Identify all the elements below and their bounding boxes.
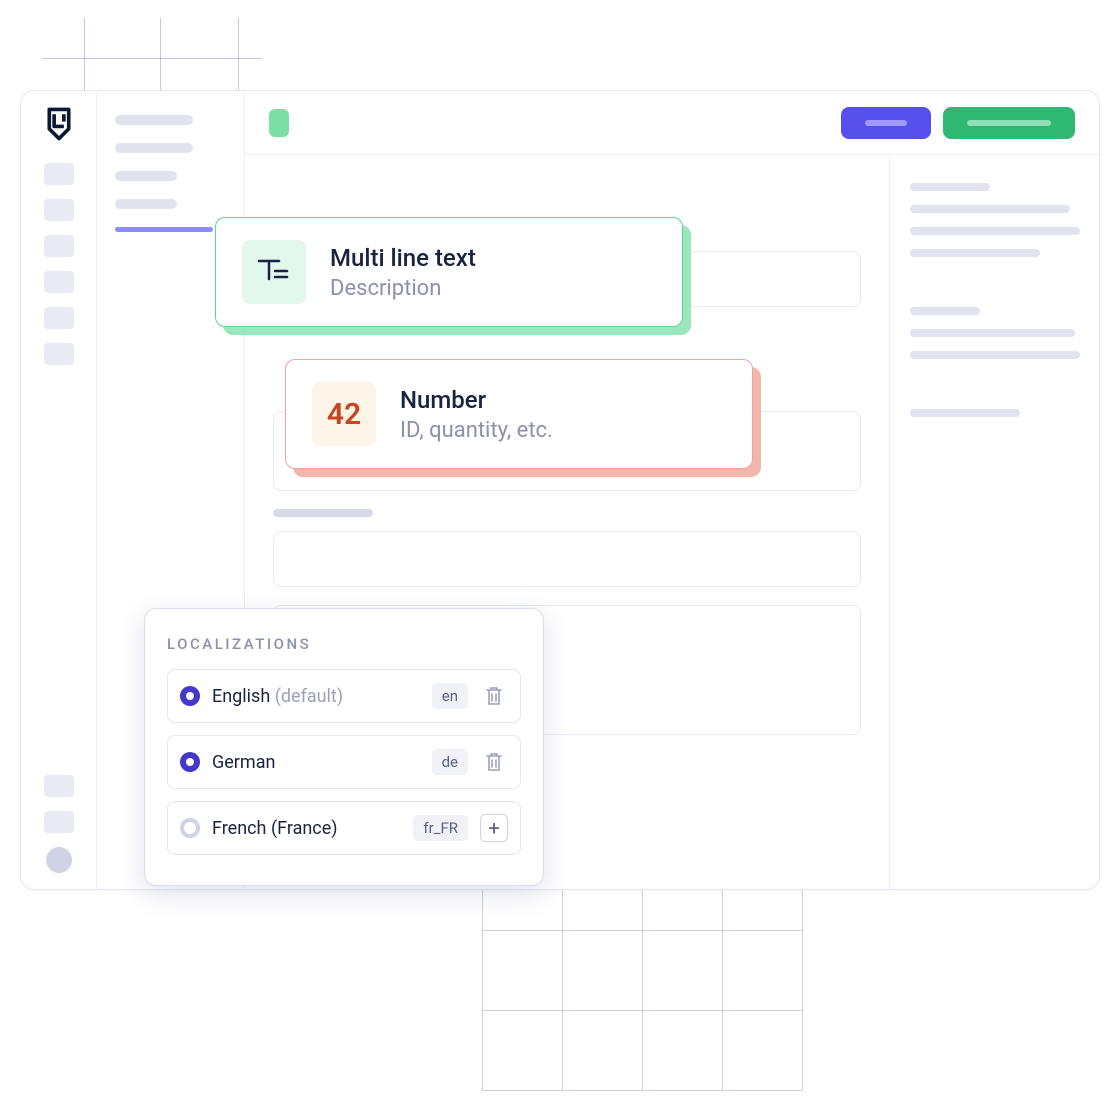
success-action-button[interactable] <box>943 107 1075 139</box>
add-locale-button[interactable]: + <box>480 814 508 842</box>
card-subtitle: ID, quantity, etc. <box>400 418 553 443</box>
locale-name: English (default) <box>212 686 420 707</box>
locale-row-english[interactable]: English (default) en <box>167 669 521 723</box>
field-type-card-number[interactable]: 42 Number ID, quantity, etc. <box>285 359 753 469</box>
status-pill <box>269 109 289 137</box>
localizations-panel: LOCALIZATIONS English (default) en Germa… <box>144 608 544 886</box>
locale-code-badge: de <box>432 749 468 775</box>
rail-item[interactable] <box>44 235 74 257</box>
icon-rail <box>21 91 97 889</box>
number-icon: 42 <box>312 382 376 446</box>
card-title: Number <box>400 386 553 414</box>
rail-item[interactable] <box>44 271 74 293</box>
radio-unselected-icon[interactable] <box>180 818 200 838</box>
nav-item[interactable] <box>115 143 193 153</box>
card-title: Multi line text <box>330 244 476 272</box>
localizations-title: LOCALIZATIONS <box>167 635 521 653</box>
locale-code-badge: en <box>432 683 468 709</box>
locale-name: French (France) <box>212 818 401 839</box>
logo-icon <box>44 107 74 141</box>
radio-selected-icon[interactable] <box>180 686 200 706</box>
nav-item[interactable] <box>115 115 193 125</box>
rail-item[interactable] <box>44 343 74 365</box>
rail-item[interactable] <box>44 775 74 797</box>
avatar[interactable] <box>46 847 72 873</box>
rail-item[interactable] <box>44 163 74 185</box>
multiline-text-icon <box>242 240 306 304</box>
field-type-card-multiline[interactable]: Multi line text Description <box>215 217 683 327</box>
card-subtitle: Description <box>330 276 476 301</box>
locale-code-badge: fr_FR <box>413 815 468 841</box>
rail-item[interactable] <box>44 811 74 833</box>
nav-item[interactable] <box>115 171 177 181</box>
right-sidebar <box>889 155 1099 889</box>
locale-row-french[interactable]: French (France) fr_FR + <box>167 801 521 855</box>
locale-row-german[interactable]: German de <box>167 735 521 789</box>
rail-item[interactable] <box>44 199 74 221</box>
primary-action-button[interactable] <box>841 107 931 139</box>
topbar <box>245 91 1099 155</box>
delete-icon[interactable] <box>480 682 508 710</box>
nav-item[interactable] <box>115 199 177 209</box>
radio-selected-icon[interactable] <box>180 752 200 772</box>
rail-item[interactable] <box>44 307 74 329</box>
section-label <box>273 509 373 517</box>
locale-name: German <box>212 752 420 773</box>
nav-item-active[interactable] <box>115 227 213 232</box>
delete-icon[interactable] <box>480 748 508 776</box>
field-placeholder[interactable] <box>273 531 861 587</box>
